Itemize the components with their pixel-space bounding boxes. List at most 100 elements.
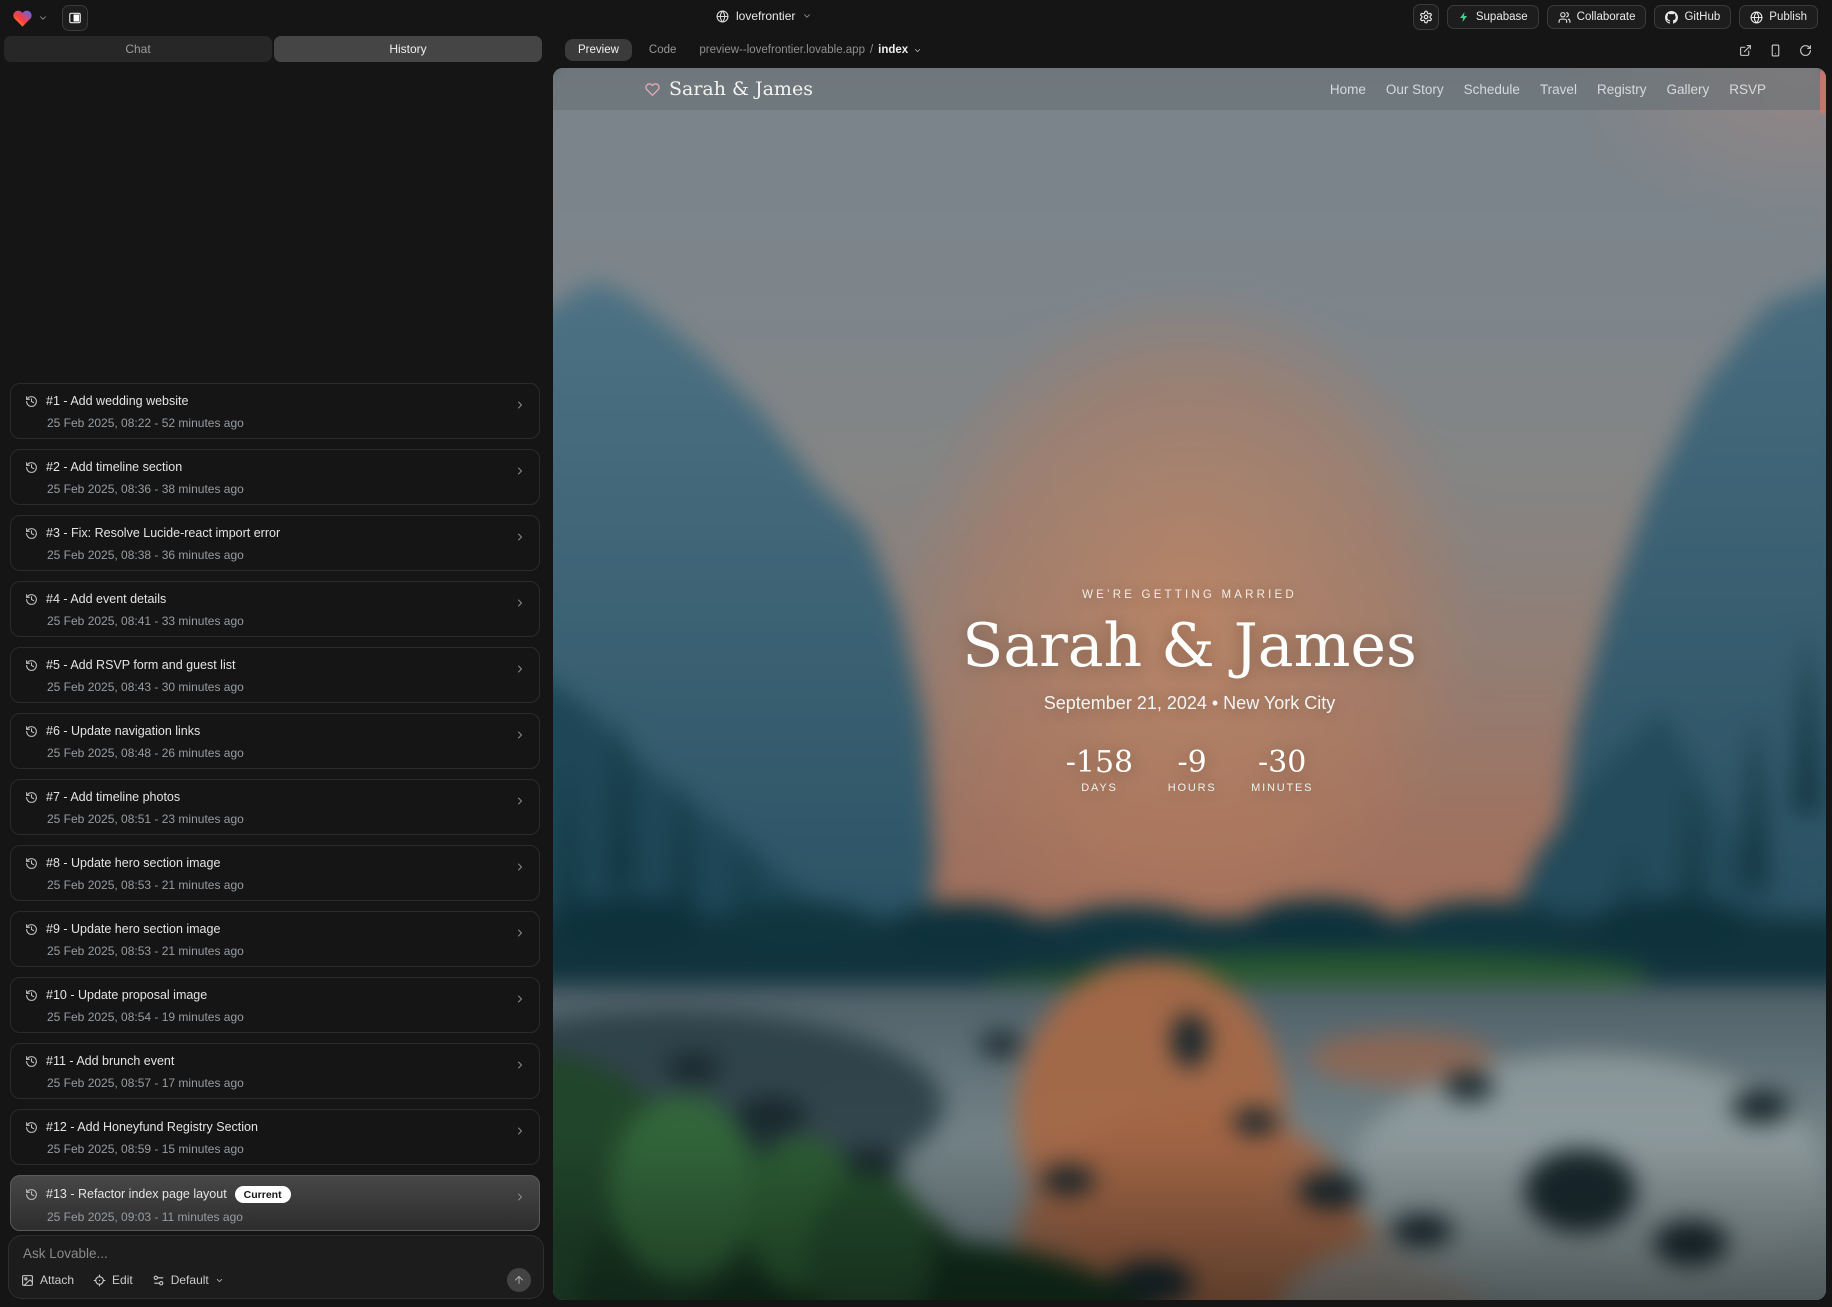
image-icon — [21, 1274, 34, 1287]
toggle-sidebar-button[interactable] — [62, 5, 88, 31]
gear-icon — [1419, 10, 1433, 24]
history-clock-icon — [25, 1121, 38, 1134]
nav-link[interactable]: Gallery — [1666, 82, 1709, 97]
mode-label: Default — [171, 1273, 209, 1287]
chevron-right-icon[interactable] — [514, 663, 526, 675]
chevron-right-icon[interactable] — [514, 795, 526, 807]
supabase-button[interactable]: Supabase — [1447, 5, 1539, 29]
history-item-title-row: #7 - Add timeline photos — [25, 790, 499, 805]
history-item[interactable]: #11 - Add brunch event 25 Feb 2025, 08:5… — [10, 1043, 540, 1099]
chevron-right-icon[interactable] — [514, 993, 526, 1005]
history-item[interactable]: #7 - Add timeline photos 25 Feb 2025, 08… — [10, 779, 540, 835]
nav-link[interactable]: Schedule — [1464, 82, 1520, 97]
history-item-date: 25 Feb 2025, 08:53 - 21 minutes ago — [47, 944, 499, 958]
history-clock-icon — [25, 791, 38, 804]
top-bar-actions: Supabase Collaborate GitHub Publish — [1413, 4, 1818, 30]
history-item[interactable]: #3 - Fix: Resolve Lucide-react import er… — [10, 515, 540, 571]
history-item-title: #13 - Refactor index page layout — [46, 1187, 227, 1202]
history-item[interactable]: #6 - Update navigation links 25 Feb 2025… — [10, 713, 540, 769]
history-item-date: 25 Feb 2025, 08:57 - 17 minutes ago — [47, 1076, 499, 1090]
brand-chevron-down-icon[interactable] — [38, 13, 48, 23]
history-list: #1 - Add wedding website 25 Feb 2025, 08… — [10, 383, 540, 1231]
history-item[interactable]: #5 - Add RSVP form and guest list 25 Feb… — [10, 647, 540, 703]
history-item-title-row: #1 - Add wedding website — [25, 394, 499, 409]
github-button[interactable]: GitHub — [1654, 5, 1731, 29]
chevron-right-icon[interactable] — [514, 927, 526, 939]
ask-lovable-input[interactable] — [21, 1244, 535, 1263]
history-item[interactable]: #13 - Refactor index page layout Current… — [10, 1175, 540, 1231]
collaborate-button[interactable]: Collaborate — [1547, 5, 1647, 29]
chevron-right-icon[interactable] — [514, 1059, 526, 1071]
preview-url[interactable]: preview--lovefrontier.lovable.app / inde… — [699, 44, 922, 56]
attach-button[interactable]: Attach — [21, 1273, 74, 1287]
supabase-label: Supabase — [1476, 11, 1528, 23]
history-item[interactable]: #9 - Update hero section image 25 Feb 20… — [10, 911, 540, 967]
url-separator: / — [870, 44, 873, 56]
nav-link[interactable]: Our Story — [1386, 82, 1444, 97]
tab-history[interactable]: History — [274, 36, 542, 62]
mobile-view-button[interactable] — [1769, 44, 1782, 57]
send-button[interactable] — [507, 1268, 531, 1292]
history-item[interactable]: #4 - Add event details 25 Feb 2025, 08:4… — [10, 581, 540, 637]
chevron-right-icon[interactable] — [514, 399, 526, 411]
history-item-date: 25 Feb 2025, 08:54 - 19 minutes ago — [47, 1010, 499, 1024]
publish-label: Publish — [1769, 11, 1807, 23]
tab-code[interactable]: Code — [649, 44, 677, 56]
tab-preview[interactable]: Preview — [565, 39, 632, 61]
chevron-right-icon[interactable] — [514, 729, 526, 741]
history-item-title: #8 - Update hero section image — [46, 856, 220, 871]
history-item-title-row: #6 - Update navigation links — [25, 724, 499, 739]
nav-link[interactable]: Home — [1330, 82, 1366, 97]
history-item[interactable]: #2 - Add timeline section 25 Feb 2025, 0… — [10, 449, 540, 505]
chevron-down-icon — [215, 1276, 224, 1285]
chevron-right-icon[interactable] — [514, 861, 526, 873]
project-name: lovefrontier — [736, 9, 795, 23]
project-switcher[interactable]: lovefrontier — [716, 0, 812, 32]
edit-button[interactable]: Edit — [93, 1273, 133, 1287]
attach-label: Attach — [40, 1273, 74, 1287]
brand-area — [12, 5, 88, 31]
site-logo[interactable]: Sarah & James — [645, 78, 813, 100]
history-item-title-row: #8 - Update hero section image — [25, 856, 499, 871]
history-clock-icon — [25, 725, 38, 738]
preview-toolbar: Preview Code preview--lovefrontier.lovab… — [553, 32, 1832, 68]
chevron-right-icon[interactable] — [514, 597, 526, 609]
panel-left-icon — [68, 11, 82, 25]
hero-title: Sarah & James — [962, 615, 1417, 677]
history-item-title: #2 - Add timeline section — [46, 460, 182, 475]
scrollbar-thumb[interactable] — [1820, 70, 1826, 114]
history-item[interactable]: #12 - Add Honeyfund Registry Section 25 … — [10, 1109, 540, 1165]
history-item[interactable]: #8 - Update hero section image 25 Feb 20… — [10, 845, 540, 901]
history-item-title-row: #10 - Update proposal image — [25, 988, 499, 1003]
refresh-button[interactable] — [1799, 44, 1812, 57]
chevron-right-icon[interactable] — [514, 465, 526, 477]
nav-link[interactable]: RSVP — [1729, 82, 1766, 97]
lovable-logo-heart-icon[interactable] — [12, 8, 33, 29]
chevron-right-icon[interactable] — [514, 1191, 526, 1203]
nav-link[interactable]: Travel — [1540, 82, 1577, 97]
history-item[interactable]: #1 - Add wedding website 25 Feb 2025, 08… — [10, 383, 540, 439]
open-in-new-window-button[interactable] — [1739, 44, 1752, 57]
smartphone-icon — [1769, 44, 1782, 57]
history-item[interactable]: #10 - Update proposal image 25 Feb 2025,… — [10, 977, 540, 1033]
history-item-title-row: #5 - Add RSVP form and guest list — [25, 658, 499, 673]
history-item-title-row: #13 - Refactor index page layout Current — [25, 1186, 499, 1203]
countdown-unit: -30 MINUTES — [1251, 748, 1313, 794]
site-preview-frame[interactable]: Sarah & James Home Our Story Schedule Trave… — [553, 68, 1826, 1300]
sidebar-tabs: Chat History — [4, 36, 542, 62]
chevron-right-icon[interactable] — [514, 531, 526, 543]
publish-button[interactable]: Publish — [1739, 5, 1818, 29]
tab-chat[interactable]: Chat — [4, 36, 272, 62]
history-clock-icon — [25, 1055, 38, 1068]
chevron-right-icon[interactable] — [514, 1125, 526, 1137]
hero-date-location: September 21, 2024 • New York City — [1044, 693, 1335, 714]
history-item-title: #11 - Add brunch event — [46, 1054, 174, 1069]
composer-actions: Attach Edit Default — [21, 1268, 531, 1292]
history-item-title: #3 - Fix: Resolve Lucide-react import er… — [46, 526, 280, 541]
site-header: Sarah & James Home Our Story Schedule Trave… — [553, 68, 1826, 110]
nav-link[interactable]: Registry — [1597, 82, 1647, 97]
mode-select[interactable]: Default — [152, 1273, 224, 1287]
countdown-label: HOURS — [1168, 782, 1217, 794]
users-icon — [1558, 11, 1571, 24]
settings-button[interactable] — [1413, 4, 1439, 30]
